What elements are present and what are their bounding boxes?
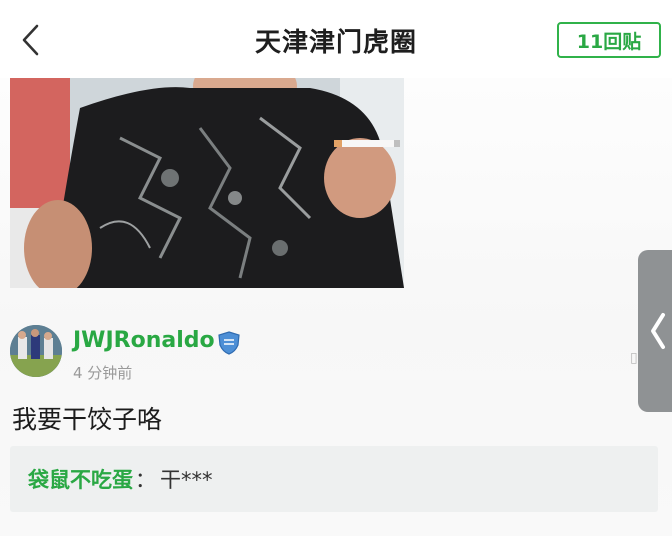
reply-content: 干***	[160, 468, 213, 492]
avatar[interactable]	[10, 325, 62, 377]
top-bar: 天津津门虎圈 11回贴	[0, 0, 672, 78]
photo-illustration	[10, 78, 404, 288]
reply-username[interactable]: 袋鼠不吃蛋	[28, 464, 133, 494]
avatar-image	[10, 325, 62, 377]
edge-indicator: ▯	[630, 350, 638, 366]
post-image[interactable]	[10, 78, 404, 288]
shield-badge-icon	[218, 331, 240, 355]
side-collapse-tab[interactable]	[638, 250, 672, 412]
comment-text: 我要干饺子咯	[12, 405, 163, 434]
comment-timestamp: 4 分钟前	[73, 364, 133, 382]
reply-count-button[interactable]: 11回贴	[557, 22, 661, 58]
reply-separator: ：	[135, 468, 156, 492]
comment-username[interactable]: JWJRonaldo	[73, 328, 215, 353]
chevron-left-icon	[651, 313, 665, 349]
reply-quote[interactable]: 袋鼠不吃蛋 ： 干***	[10, 446, 658, 512]
post-detail-page: 天津津门虎圈 11回贴 ▯ JWJRonaldo 4 分钟前 我要干饺子咯 袋鼠…	[0, 0, 672, 536]
